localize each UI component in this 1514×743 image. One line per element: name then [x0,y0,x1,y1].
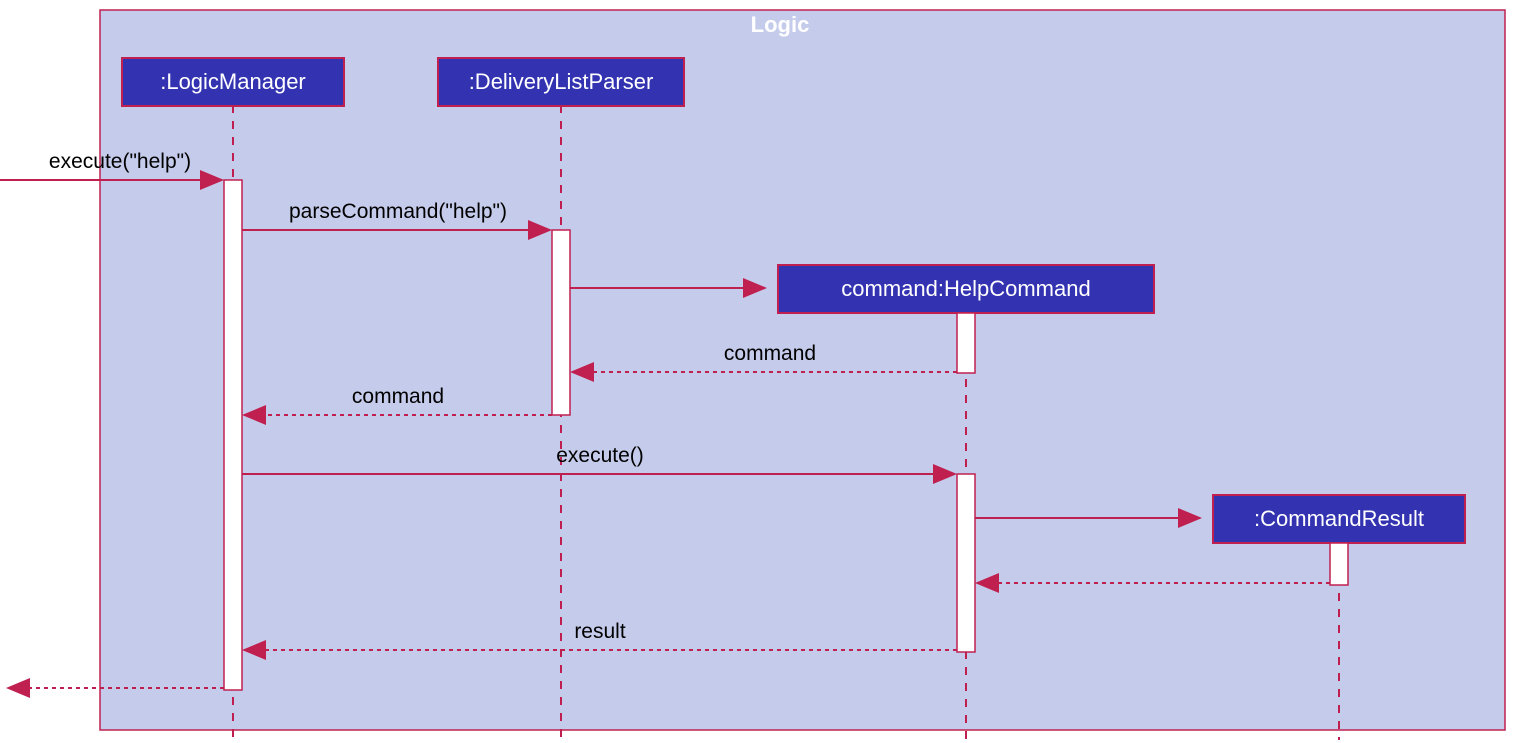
activation-helpcommand-1 [957,313,975,373]
activation-deliverylistparser [552,230,570,415]
msg-parsecommand: parseCommand("help") [289,200,507,223]
participant-deliverylistparser-label: :DeliveryListParser [469,69,654,94]
msg-execute: execute() [556,444,644,467]
msg-command-2: command [352,385,444,408]
frame-title: Logic [751,12,810,37]
msg-execute-help: execute("help") [49,150,191,173]
activation-logicmanager [224,180,242,690]
participant-logicmanager-label: :LogicManager [160,69,306,94]
activation-helpcommand-2 [957,474,975,652]
participant-helpcommand-label: command:HelpCommand [841,276,1090,301]
sequence-diagram: Logic :LogicManager :DeliveryListParser … [0,0,1514,743]
activation-commandresult [1330,543,1348,585]
logic-frame [100,10,1505,730]
msg-command-1: command [724,342,816,365]
participant-commandresult-label: :CommandResult [1254,506,1424,531]
msg-result: result [574,620,626,643]
